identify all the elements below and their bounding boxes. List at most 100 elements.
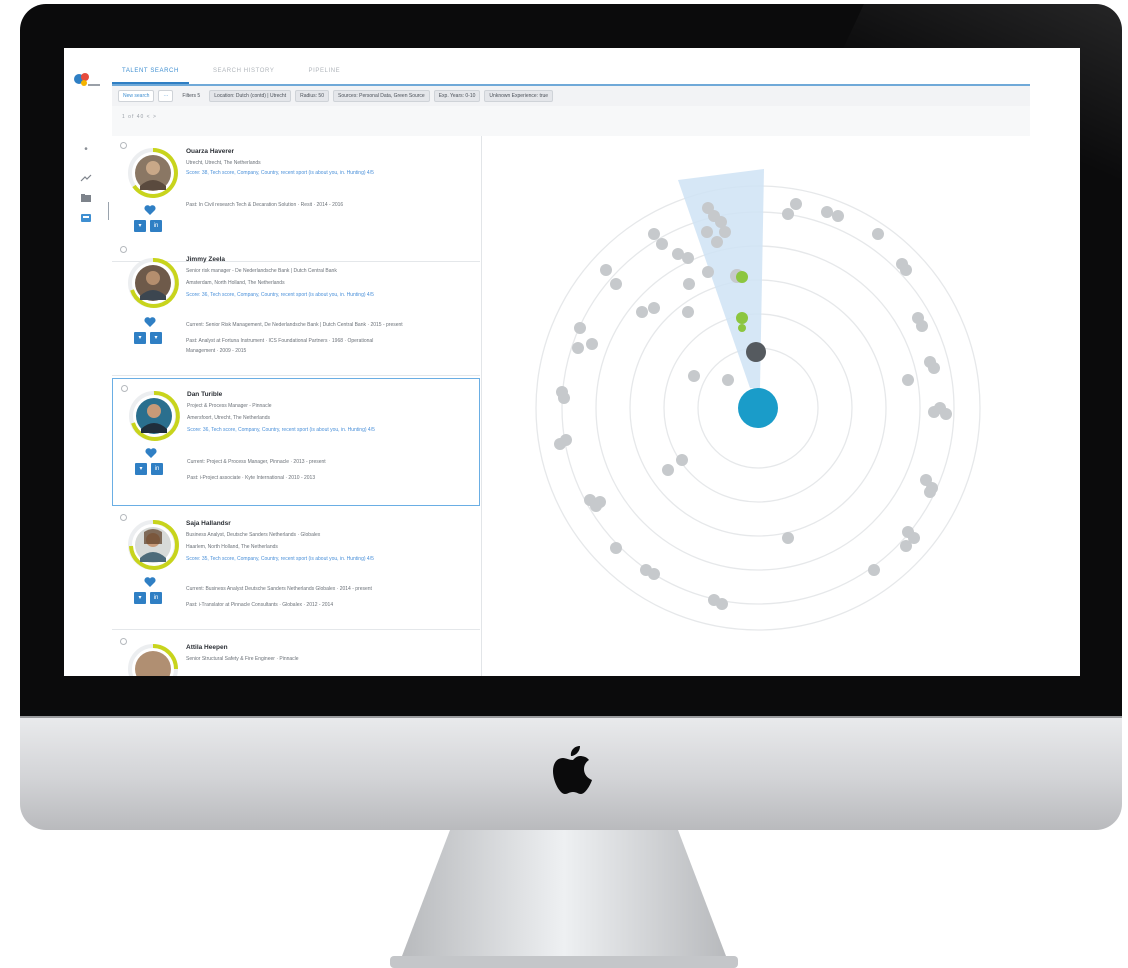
candidate-score-line[interactable]: Score: 38, Tech score, Company, Country,… — [186, 170, 374, 176]
radar-point[interactable] — [924, 486, 936, 498]
radar-point-highlight[interactable] — [736, 271, 748, 283]
profile-source-icon[interactable]: in — [151, 463, 163, 475]
candidate-card[interactable]: ▾ in Saja Hallandsr Business Analyst, De… — [112, 508, 480, 630]
radar-center-origin[interactable] — [738, 388, 778, 428]
radar-point[interactable] — [572, 342, 584, 354]
radar-point[interactable] — [682, 306, 694, 318]
radar-point[interactable] — [648, 302, 660, 314]
select-checkbox[interactable] — [120, 246, 127, 253]
candidate-past-cont: Management · 2009 - 2015 — [186, 348, 247, 354]
radar-point[interactable] — [716, 598, 728, 610]
candidate-score-line[interactable]: Score: 35, Tech score, Company, Country,… — [186, 556, 374, 562]
app-screen: • TALENT SEARCH SEARCH HISTORY PIPELINE … — [64, 48, 1080, 676]
radar-point[interactable] — [586, 338, 598, 350]
radar-point[interactable] — [711, 236, 723, 248]
radar-point[interactable] — [701, 226, 713, 238]
tab-talent-search[interactable]: TALENT SEARCH — [112, 62, 189, 84]
candidate-name[interactable]: Attila Heepen — [186, 644, 228, 651]
radar-point[interactable] — [688, 370, 700, 382]
radar-point[interactable] — [832, 210, 844, 222]
radar-point[interactable] — [782, 208, 794, 220]
filter-chip-sources[interactable]: Sources: Personal Data, Green Source — [333, 90, 430, 102]
candidate-card-selected[interactable]: ▾ in Dan Turible Project & Process Manag… — [112, 378, 480, 506]
app-logo[interactable] — [70, 70, 102, 90]
radar-point[interactable] — [902, 374, 914, 386]
favorite-heart-icon[interactable] — [145, 447, 157, 459]
candidate-score-line[interactable]: Score: 36, Tech score, Company, Country,… — [187, 427, 375, 433]
filter-chip-unknown-experience[interactable]: Unknown Experience: true — [484, 90, 554, 102]
candidate-name[interactable]: Dan Turible — [187, 391, 222, 398]
radar-point[interactable] — [722, 374, 734, 386]
radar-point[interactable] — [594, 496, 606, 508]
radar-point[interactable] — [554, 438, 566, 450]
profile-source-icon[interactable]: in — [150, 592, 162, 604]
tab-search-history[interactable]: SEARCH HISTORY — [203, 62, 285, 84]
radar-point[interactable] — [610, 278, 622, 290]
radar-point[interactable] — [682, 252, 694, 264]
favorite-heart-icon[interactable] — [144, 576, 156, 588]
filter-chip-radius[interactable]: Radius: 50 — [295, 90, 329, 102]
radar-point[interactable] — [782, 532, 794, 544]
radar-point[interactable] — [928, 362, 940, 374]
candidate-past: Past: Analyst at Fortuna Instrument · IC… — [186, 338, 374, 344]
match-score-ring — [128, 519, 179, 570]
radar-point[interactable] — [821, 206, 833, 218]
favorite-heart-icon[interactable] — [144, 204, 156, 216]
radar-point-highlight[interactable] — [738, 324, 746, 332]
pagination[interactable]: 1 of 40 < > — [122, 114, 157, 120]
radar-point[interactable] — [916, 320, 928, 332]
radar-point[interactable] — [683, 278, 695, 290]
radar-point[interactable] — [600, 264, 612, 276]
radar-point[interactable] — [719, 226, 731, 238]
shortlist-icon[interactable]: ▾ — [134, 592, 146, 604]
radar-point[interactable] — [868, 564, 880, 576]
radar-point[interactable] — [636, 306, 648, 318]
candidate-score-line[interactable]: Score: 36, Tech score, Company, Country,… — [186, 292, 374, 298]
filter-chip-exp-years[interactable]: Exp. Years: 0-10 — [433, 90, 481, 102]
shortlist-icon[interactable]: ▾ — [135, 463, 147, 475]
candidate-card[interactable]: ▾ ▾ Jimmy Zeela Senior risk manager - De… — [112, 240, 480, 376]
radar-point[interactable] — [900, 264, 912, 276]
trend-icon[interactable] — [80, 172, 92, 184]
radar-point[interactable] — [662, 464, 674, 476]
filters-count: 5 — [197, 93, 201, 99]
candidate-name[interactable]: Jimmy Zeela — [186, 256, 225, 263]
candidate-radar[interactable] — [482, 136, 1030, 676]
candidate-headline: Business Analyst, Deutsche Sanders Nethe… — [186, 532, 321, 538]
profile-source-icon[interactable]: in — [150, 220, 162, 232]
radar-point[interactable] — [610, 542, 622, 554]
radar-point[interactable] — [928, 406, 940, 418]
favorite-heart-icon[interactable] — [144, 316, 156, 328]
shortlist-icon[interactable]: ▾ — [134, 220, 146, 232]
candidate-name[interactable]: Ouarza Haverer — [186, 148, 234, 155]
radar-point[interactable] — [558, 392, 570, 404]
candidate-name[interactable]: Saja Hallandsr — [186, 520, 231, 527]
new-search-button[interactable]: New search — [118, 90, 155, 102]
filters-label: Filters 5 — [177, 90, 205, 102]
tab-pipeline[interactable]: PIPELINE — [298, 62, 350, 84]
radar-point[interactable] — [676, 454, 688, 466]
filter-chip-location[interactable]: Location: Dutch (contd) | Utrecht — [209, 90, 292, 102]
radar-point[interactable] — [900, 540, 912, 552]
candidate-card[interactable]: Attila Heepen Senior Structural Safety &… — [112, 632, 480, 676]
candidate-past: Past: i-Project associate · Kyte Interna… — [187, 475, 316, 481]
dot-icon[interactable]: • — [80, 144, 92, 156]
radar-point-highlight[interactable] — [736, 312, 748, 324]
profile-source-icon[interactable]: ▾ — [150, 332, 162, 344]
candidate-detail: Utrecht, Utrecht, The Netherlands — [186, 160, 261, 166]
search-people-icon[interactable] — [80, 212, 92, 224]
candidate-headline: Project & Process Manager - Pinnacle — [187, 403, 272, 409]
more-button[interactable]: ··· — [158, 90, 174, 102]
match-score-ring — [128, 148, 178, 198]
radar-point[interactable] — [648, 228, 660, 240]
radar-point[interactable] — [574, 322, 586, 334]
radar-point[interactable] — [790, 198, 802, 210]
shortlist-icon[interactable]: ▾ — [134, 332, 146, 344]
radar-point[interactable] — [648, 568, 660, 580]
folder-icon[interactable] — [80, 192, 92, 204]
radar-point[interactable] — [940, 408, 952, 420]
radar-point-selected[interactable] — [746, 342, 766, 362]
radar-point[interactable] — [656, 238, 668, 250]
radar-point[interactable] — [702, 266, 714, 278]
radar-point[interactable] — [872, 228, 884, 240]
